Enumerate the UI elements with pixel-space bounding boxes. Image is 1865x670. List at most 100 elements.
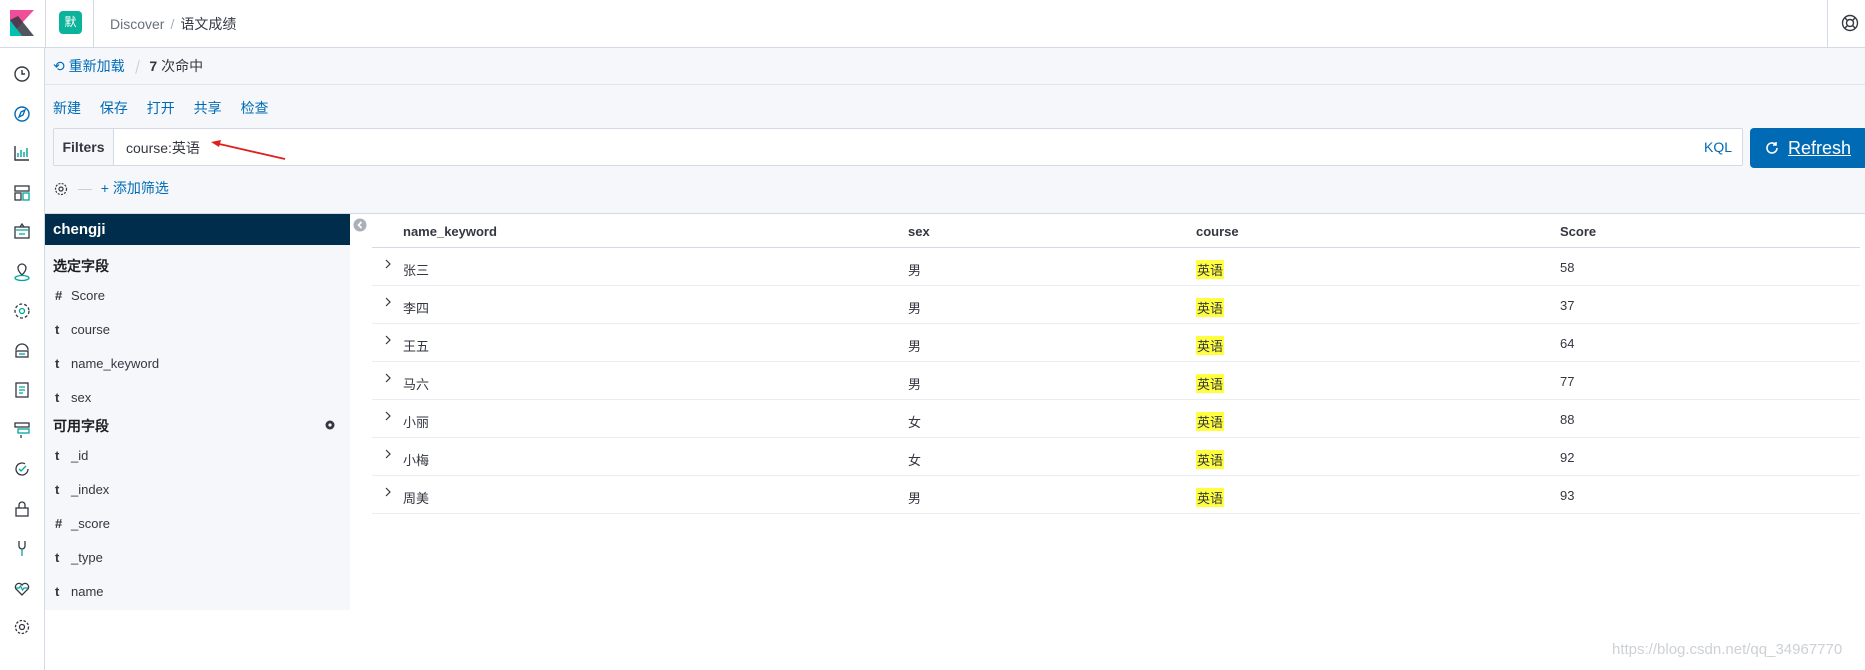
cell-sex: 男: [908, 491, 922, 506]
kql-toggle[interactable]: KQL: [1704, 139, 1732, 155]
expand-chevron-icon[interactable]: [382, 448, 394, 460]
management-gear-icon[interactable]: [11, 616, 33, 638]
security-lock-icon[interactable]: [11, 498, 33, 520]
field-name: _type: [71, 550, 103, 565]
table-row: 张三 男 英语 58: [372, 248, 1860, 286]
expand-chevron-icon[interactable]: [382, 410, 394, 422]
table-row: 王五 男 英语 64: [372, 324, 1860, 362]
header-divider: [93, 0, 94, 48]
uptime-icon[interactable]: [11, 458, 33, 480]
cell-course: 英语: [1196, 260, 1225, 279]
space-avatar[interactable]: 默: [59, 11, 82, 34]
divider: —: [77, 180, 92, 196]
field-item[interactable]: t _type: [55, 550, 103, 565]
field-item[interactable]: # _score: [55, 516, 110, 531]
cell-sex: 女: [908, 453, 922, 468]
apm-icon[interactable]: [11, 419, 33, 441]
field-name: sex: [71, 390, 92, 405]
query-input-box[interactable]: Filters course:英语 KQL: [53, 128, 1743, 166]
discover-compass-icon[interactable]: [4, 97, 38, 131]
cell-course: 英语: [1196, 450, 1225, 469]
cell-name: 小梅: [403, 453, 430, 468]
add-filter-link[interactable]: + 添加筛选: [101, 180, 169, 196]
kibana-logo-icon[interactable]: [10, 10, 34, 36]
field-item[interactable]: t _id: [55, 448, 88, 463]
expand-chevron-icon[interactable]: [382, 486, 394, 498]
infrastructure-icon[interactable]: [11, 340, 33, 362]
cell-name: 马六: [403, 377, 430, 392]
field-settings-gear-icon[interactable]: [324, 419, 336, 431]
number-type-icon: #: [55, 288, 63, 303]
watermark: https://blog.csdn.net/qq_34967770: [1612, 641, 1843, 658]
canvas-icon[interactable]: [11, 221, 33, 243]
cell-score: 58: [1560, 260, 1575, 275]
help-icon[interactable]: [1841, 14, 1859, 32]
cell-sex: 男: [908, 301, 922, 316]
column-header[interactable]: course: [1196, 224, 1239, 239]
selected-fields-title: 选定字段: [53, 258, 109, 274]
cell-score: 88: [1560, 412, 1575, 427]
cell-course: 英语: [1196, 374, 1225, 393]
cell-name: 王五: [403, 339, 430, 354]
string-type-icon: t: [55, 390, 60, 405]
cell-course: 英语: [1196, 412, 1225, 431]
expand-chevron-icon[interactable]: [382, 334, 394, 346]
filter-settings-gear-icon[interactable]: [53, 181, 69, 197]
refresh-icon: [1766, 142, 1778, 154]
table-row: 小梅 女 英语 92: [372, 438, 1860, 476]
header-divider: [1827, 0, 1828, 48]
cell-score: 93: [1560, 488, 1575, 503]
visualize-chart-icon[interactable]: [11, 142, 33, 164]
cell-sex: 男: [908, 377, 922, 392]
divider: [134, 60, 140, 75]
breadcrumb-current: 语文成绩: [180, 16, 237, 32]
menu-save[interactable]: 保存: [100, 100, 128, 116]
reload-icon[interactable]: ⟲: [53, 58, 65, 74]
menu-inspect[interactable]: 检查: [241, 100, 269, 116]
string-type-icon: t: [55, 584, 60, 599]
column-header[interactable]: Score: [1560, 224, 1596, 239]
expand-chevron-icon[interactable]: [382, 258, 394, 270]
hit-count: 7 次命中: [149, 58, 203, 74]
string-type-icon: t: [55, 448, 60, 463]
header-divider: [45, 0, 46, 48]
field-item[interactable]: t name_keyword: [55, 356, 159, 371]
dashboard-icon[interactable]: [11, 182, 33, 204]
dev-tools-icon[interactable]: [11, 537, 33, 559]
query-input[interactable]: course:英语: [126, 138, 200, 158]
menu-open[interactable]: 打开: [147, 100, 175, 116]
available-fields-title: 可用字段: [53, 418, 109, 434]
cell-score: 64: [1560, 336, 1575, 351]
string-type-icon: t: [55, 550, 60, 565]
cell-name: 周美: [403, 491, 430, 506]
maps-icon[interactable]: [11, 261, 33, 283]
field-item[interactable]: t course: [55, 322, 110, 337]
string-type-icon: t: [55, 322, 60, 337]
field-item[interactable]: t sex: [55, 390, 91, 405]
collapse-sidebar-icon[interactable]: [353, 218, 367, 232]
column-header[interactable]: sex: [908, 224, 930, 239]
number-type-icon: #: [55, 516, 63, 531]
table-row: 李四 男 英语 37: [372, 286, 1860, 324]
expand-chevron-icon[interactable]: [382, 372, 394, 384]
cell-sex: 男: [908, 263, 922, 278]
menu-new[interactable]: 新建: [53, 100, 81, 116]
field-name: _id: [71, 448, 89, 463]
machine-learning-icon[interactable]: [11, 300, 33, 322]
refresh-button[interactable]: Refresh: [1750, 128, 1865, 168]
recent-clock-icon[interactable]: [11, 63, 33, 85]
column-header[interactable]: name_keyword: [403, 224, 497, 239]
breadcrumb-discover[interactable]: Discover: [110, 16, 164, 32]
table-row: 马六 男 英语 77: [372, 362, 1860, 400]
reload-link[interactable]: 重新加载: [69, 58, 125, 74]
reload-row: ⟲ 重新加载 7 次命中: [53, 56, 203, 76]
monitoring-heart-icon[interactable]: [11, 577, 33, 599]
field-item[interactable]: t _index: [55, 482, 109, 497]
logs-icon[interactable]: [11, 379, 33, 401]
annotation-arrow: [211, 140, 286, 160]
field-item[interactable]: t name: [55, 584, 104, 599]
index-pattern-selector[interactable]: chengji: [45, 214, 350, 245]
field-item[interactable]: # Score: [55, 288, 105, 303]
menu-share[interactable]: 共享: [194, 100, 222, 116]
expand-chevron-icon[interactable]: [382, 296, 394, 308]
